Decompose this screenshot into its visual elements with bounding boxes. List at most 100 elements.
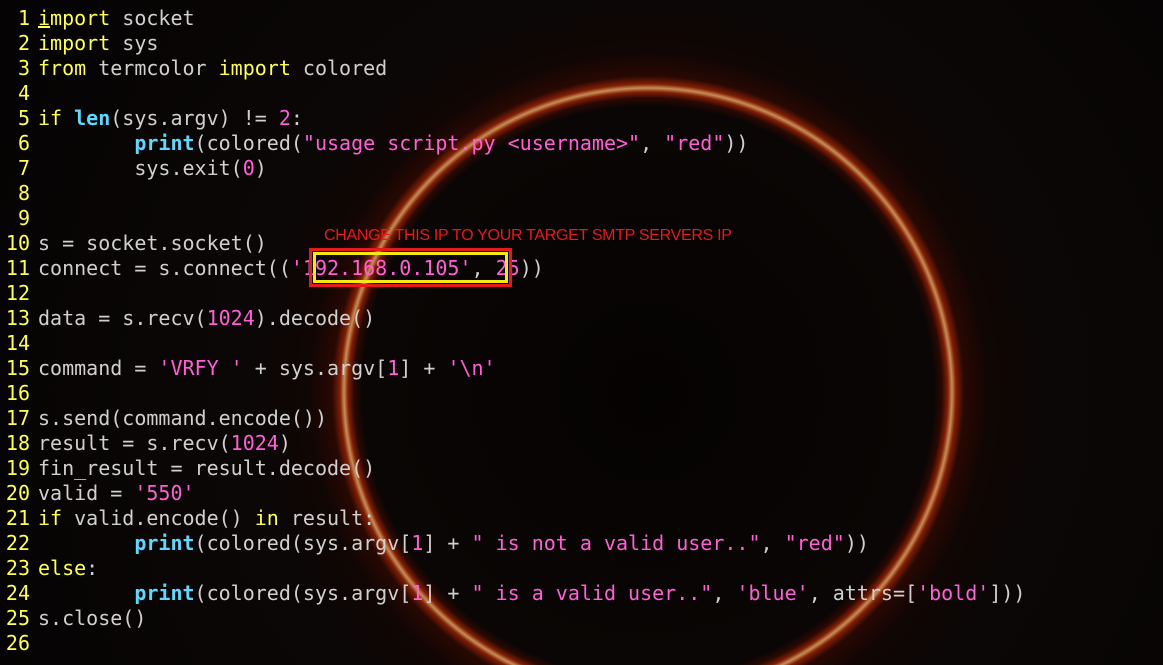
code-line[interactable]: 2 import sys xyxy=(0,31,1163,56)
code-token: "red" xyxy=(664,131,725,155)
code-token: "usage script.py <username>" xyxy=(302,131,641,155)
line-number: 4 xyxy=(17,81,30,105)
line-number: 10 xyxy=(5,231,30,255)
line-number: 26 xyxy=(5,631,30,655)
line-code[interactable]: import sys xyxy=(38,31,158,55)
code-token: in xyxy=(254,506,279,530)
line-code[interactable]: else: xyxy=(38,556,98,580)
line-code[interactable]: print(colored(sys.argv[1] + " is a valid… xyxy=(38,581,1025,605)
code-token: '\n' xyxy=(447,356,496,380)
line-number: 13 xyxy=(5,306,30,330)
code-token: termcolor xyxy=(86,56,219,80)
line-number: 3 xyxy=(17,56,30,80)
code-line[interactable]: 22 print(colored(sys.argv[1] + " is not … xyxy=(0,531,1163,556)
code-line[interactable]: 6 print(colored("usage script.py <userna… xyxy=(0,131,1163,156)
line-code[interactable]: sys.exit(0) xyxy=(38,156,267,180)
code-token: s = socket.socket() xyxy=(38,231,267,255)
code-token: print xyxy=(134,531,195,555)
code-line[interactable]: 13 data = s.recv(1024).decode() xyxy=(0,306,1163,331)
line-code[interactable]: from termcolor import colored xyxy=(38,56,387,80)
code-line[interactable]: 18 result = s.recv(1024) xyxy=(0,431,1163,456)
line-code[interactable]: result = s.recv(1024) xyxy=(38,431,291,455)
line-code[interactable]: if valid.encode() in result: xyxy=(38,506,375,530)
code-line[interactable]: 5 if len(sys.argv) != 2: xyxy=(0,106,1163,131)
line-number: 16 xyxy=(5,381,30,405)
code-line[interactable]: 23 else: xyxy=(0,556,1163,581)
code-line[interactable]: 24 print(colored(sys.argv[1] + " is a va… xyxy=(0,581,1163,606)
code-line[interactable]: 19 fin_result = result.decode() xyxy=(0,456,1163,481)
code-token: 1024 xyxy=(206,306,255,330)
code-line[interactable]: 12 xyxy=(0,281,1163,306)
code-token: " is not a valid user.." xyxy=(471,531,761,555)
line-code[interactable]: import socket xyxy=(38,6,195,30)
code-token: data = s.recv( xyxy=(38,306,207,330)
line-code[interactable]: command = 'VRFY ' + sys.argv[1] + '\n' xyxy=(38,356,496,380)
code-token: 'blue' xyxy=(736,581,809,605)
code-line[interactable]: 17 s.send(command.encode()) xyxy=(0,406,1163,431)
code-token: colored xyxy=(290,56,388,80)
code-line[interactable]: 7 sys.exit(0) xyxy=(0,156,1163,181)
code-token: import xyxy=(38,31,111,55)
code-token: )) xyxy=(724,131,749,155)
line-code[interactable]: fin_result = result.decode() xyxy=(38,456,375,480)
line-number: 25 xyxy=(5,606,30,630)
code-token: else xyxy=(38,556,87,580)
code-token: ] + xyxy=(423,581,472,605)
line-number: 6 xyxy=(17,131,30,155)
line-number: 23 xyxy=(5,556,30,580)
code-token: ] + xyxy=(423,531,472,555)
code-line[interactable]: 4 xyxy=(0,81,1163,106)
code-token: '550' xyxy=(134,481,195,505)
code-line[interactable]: 20 valid = '550' xyxy=(0,481,1163,506)
line-code[interactable]: print(colored(sys.argv[1] + " is not a v… xyxy=(38,531,869,555)
code-line[interactable]: 3 from termcolor import colored xyxy=(0,56,1163,81)
code-token: ])) xyxy=(989,581,1026,605)
code-line[interactable]: 25 s.close() xyxy=(0,606,1163,631)
code-token: (colored(sys.argv[ xyxy=(194,581,412,605)
code-line[interactable]: 14 xyxy=(0,331,1163,356)
line-number: 8 xyxy=(17,181,30,205)
line-code[interactable]: if len(sys.argv) != 2: xyxy=(38,106,303,130)
code-line[interactable]: 11 connect = s.connect(('192.168.0.105', … xyxy=(0,256,1163,281)
line-number: 2 xyxy=(17,31,30,55)
line-code[interactable]: data = s.recv(1024).decode() xyxy=(38,306,375,330)
code-token: (colored(sys.argv[ xyxy=(194,531,412,555)
code-token: 'bold' xyxy=(917,581,990,605)
code-line[interactable]: 26 xyxy=(0,631,1163,656)
line-code[interactable]: s = socket.socket() xyxy=(38,231,267,255)
code-token: if xyxy=(38,506,63,530)
code-line[interactable]: 1 import socket xyxy=(0,6,1163,31)
line-number: 9 xyxy=(17,206,30,230)
line-code[interactable]: s.close() xyxy=(38,606,146,630)
code-token: valid.encode() xyxy=(62,506,255,530)
code-editor[interactable]: 1 import socket 2 import sys 3 from termcolor… xyxy=(0,6,1163,656)
code-line[interactable]: 15 command = 'VRFY ' + sys.argv[1] + '\n' xyxy=(0,356,1163,381)
code-token: import xyxy=(218,56,291,80)
code-token: connect = s.connect(( xyxy=(38,256,291,280)
code-line[interactable]: 16 xyxy=(0,381,1163,406)
ip-highlight-inner-box xyxy=(313,252,508,283)
code-token: ).decode() xyxy=(254,306,376,330)
line-code[interactable]: s.send(command.encode()) xyxy=(38,406,327,430)
code-token: 0 xyxy=(242,156,255,180)
code-token: s.send(command.encode()) xyxy=(38,406,327,430)
line-number: 5 xyxy=(17,106,30,130)
line-code[interactable]: print(colored("usage script.py <username… xyxy=(38,131,748,155)
line-code[interactable]: valid = '550' xyxy=(38,481,195,505)
line-number: 18 xyxy=(5,431,30,455)
code-token: (sys.argv) != xyxy=(110,106,279,130)
code-token: ) xyxy=(254,156,267,180)
code-line[interactable]: 8 xyxy=(0,181,1163,206)
code-token: len xyxy=(74,106,111,130)
line-number: 15 xyxy=(5,356,30,380)
code-token: from xyxy=(38,56,87,80)
code-token: sys.exit( xyxy=(38,156,243,180)
code-token: ) xyxy=(278,431,291,455)
code-token: 1 xyxy=(411,531,424,555)
code-line[interactable]: 21 if valid.encode() in result: xyxy=(0,506,1163,531)
code-token: (colored( xyxy=(194,131,303,155)
